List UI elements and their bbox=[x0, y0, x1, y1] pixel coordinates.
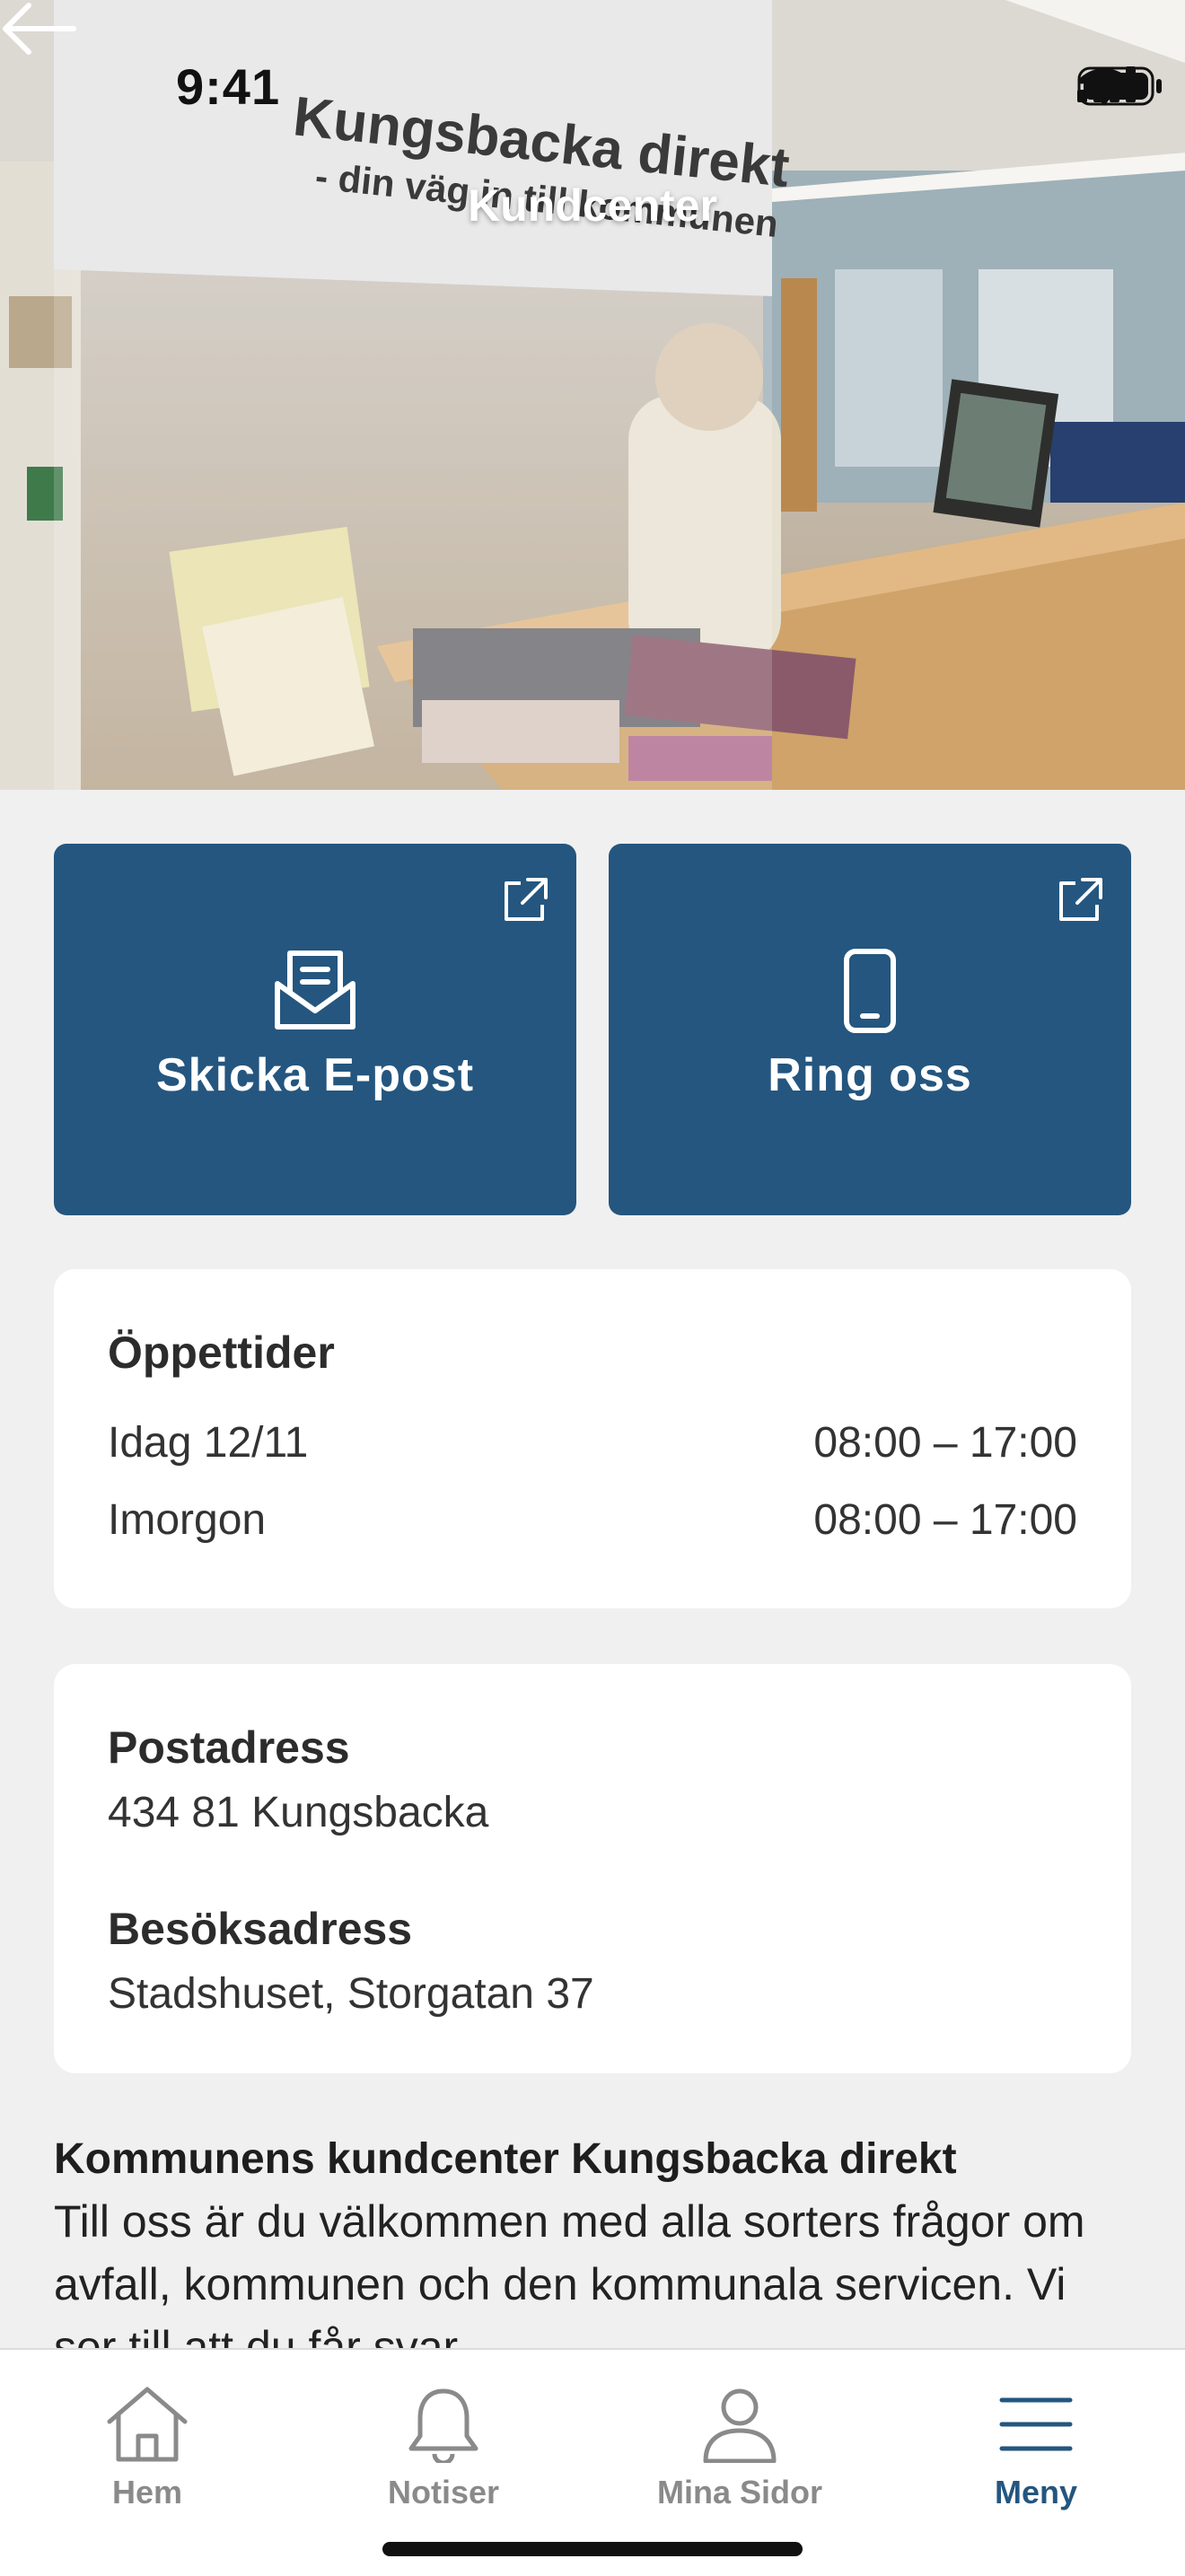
opening-hours-card: Öppettider Idag 12/11 08:00 – 17:00 Imor… bbox=[54, 1269, 1131, 1608]
tab-home-label: Hem bbox=[111, 2474, 183, 2510]
opening-hours-title: Öppettider bbox=[108, 1327, 335, 1378]
tab-notices-label: Notiser bbox=[387, 2474, 500, 2510]
external-link-icon bbox=[1059, 878, 1102, 921]
person-icon bbox=[703, 2388, 777, 2463]
bell-icon bbox=[408, 2388, 478, 2463]
tab-notices[interactable]: Notiser bbox=[345, 2386, 542, 2511]
page-title: Kundcenter bbox=[468, 180, 717, 231]
envelope-icon bbox=[275, 951, 356, 1030]
phone-icon bbox=[844, 949, 896, 1033]
status-time: 9:41 bbox=[176, 58, 281, 115]
visit-address-title: Besöksadress bbox=[108, 1904, 413, 1954]
hero-photo: Kungsbacka direkt - din väg in till komm… bbox=[0, 0, 1185, 790]
hours-time-tomorrow: 08:00 – 17:00 bbox=[813, 1496, 1077, 1544]
send-email-button[interactable]: Skicka E-post bbox=[54, 844, 576, 1215]
battery-icon bbox=[1077, 66, 1162, 106]
tab-my-pages-label: Mina Sidor bbox=[656, 2474, 822, 2510]
tab-home[interactable]: Hem bbox=[48, 2386, 246, 2511]
tab-bar: Hem Notiser Mina Sidor Meny bbox=[0, 2348, 1185, 2576]
external-link-icon bbox=[505, 878, 548, 921]
hero-image: Kungsbacka direkt - din väg in till komm… bbox=[0, 0, 1185, 790]
home-indicator bbox=[382, 2542, 803, 2556]
description-title: Kommunens kundcenter Kungsbacka direkt bbox=[54, 2135, 957, 2183]
tab-menu[interactable]: Meny bbox=[937, 2386, 1135, 2511]
address-card: Postadress 434 81 Kungsbacka Besöksadres… bbox=[54, 1664, 1131, 2073]
call-us-label: Ring oss bbox=[768, 1049, 972, 1101]
postal-address-value: 434 81 Kungsbacka bbox=[108, 1789, 489, 1836]
postal-address-title: Postadress bbox=[108, 1722, 350, 1773]
hours-day-tomorrow: Imorgon bbox=[108, 1496, 267, 1544]
menu-icon bbox=[999, 2397, 1073, 2451]
hours-day-today: Idag 12/11 bbox=[108, 1419, 309, 1467]
visit-address-value: Stadshuset, Storgatan 37 bbox=[108, 1970, 594, 2018]
tab-my-pages[interactable]: Mina Sidor bbox=[641, 2386, 838, 2511]
hours-time-today: 08:00 – 17:00 bbox=[813, 1419, 1077, 1467]
send-email-label: Skicka E-post bbox=[155, 1049, 475, 1101]
tab-menu-label: Meny bbox=[994, 2474, 1078, 2510]
home-icon bbox=[107, 2387, 188, 2462]
back-arrow-icon[interactable] bbox=[0, 0, 77, 57]
call-us-button[interactable]: Ring oss bbox=[609, 844, 1131, 1215]
